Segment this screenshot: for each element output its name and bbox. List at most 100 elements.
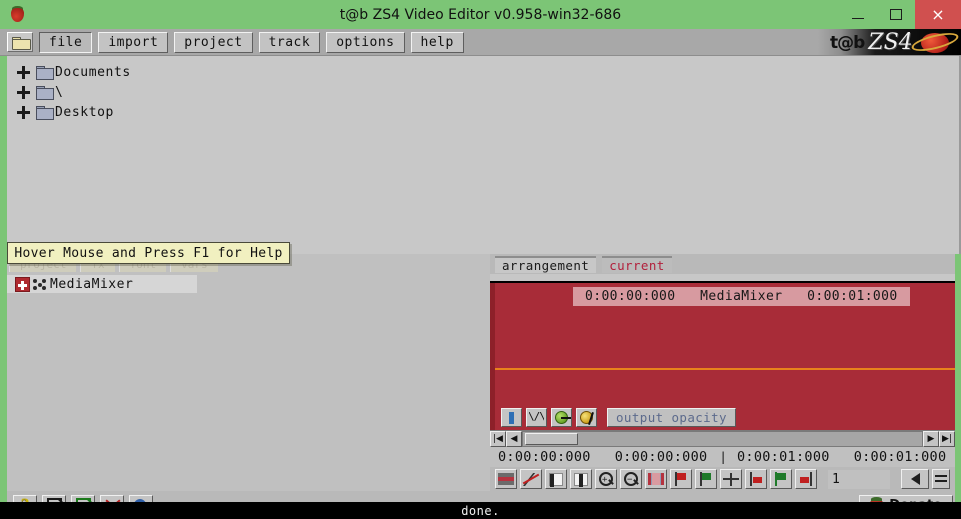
minus-sign: −	[627, 475, 633, 485]
tree-item-root[interactable]: \	[17, 82, 959, 102]
split-left-icon	[549, 472, 563, 487]
timecode-selection-end[interactable]: 0:00:01:000	[737, 449, 830, 465]
step-back-button[interactable]: ◀	[506, 431, 522, 447]
razor-cut-icon	[523, 473, 539, 486]
list-menu-icon	[935, 474, 947, 484]
window-controls: ×	[839, 0, 961, 29]
tree-item-documents[interactable]: Documents	[17, 62, 959, 82]
menu-item-options[interactable]: options	[326, 31, 405, 53]
scrollbar-thumb[interactable]	[525, 433, 578, 445]
tool-row-end-buttons	[901, 469, 955, 489]
app-strawberry-icon	[8, 5, 28, 25]
open-folder-button[interactable]	[7, 32, 33, 52]
expand-plus-icon[interactable]	[15, 276, 30, 292]
arrangement-ruler[interactable]	[490, 274, 955, 283]
zoom-in-button[interactable]: +	[595, 469, 617, 489]
arrow-left-icon	[910, 473, 920, 485]
tree-item-label: Documents	[55, 64, 131, 80]
skip-to-end-button[interactable]: ▶|	[939, 431, 955, 447]
skip-to-end-icon: ▶|	[942, 434, 952, 444]
folder-icon	[36, 66, 54, 80]
open-folder-icon	[11, 36, 31, 50]
step-forward-button[interactable]: ▶	[923, 431, 939, 447]
help-tooltip: Hover Mouse and Press F1 for Help	[7, 242, 290, 264]
track-tool-strip: output opacity	[501, 408, 736, 427]
center-playhead-icon	[723, 472, 739, 486]
waveform-icon	[529, 412, 544, 424]
mark-out-icon	[799, 472, 813, 486]
track-count-field[interactable]: 1	[828, 469, 890, 489]
zoom-out-button[interactable]: −	[620, 469, 642, 489]
center-playhead-button[interactable]	[720, 469, 742, 489]
green-flag-button[interactable]	[695, 469, 717, 489]
expand-plus-icon[interactable]	[17, 105, 30, 119]
maximize-button[interactable]	[877, 0, 915, 29]
razor-cut-button[interactable]	[520, 469, 542, 489]
scrollbar-track[interactable]	[522, 431, 923, 447]
file-tree-panel[interactable]: Documents \ Desktop	[0, 56, 961, 254]
previous-button[interactable]	[901, 469, 929, 489]
timeline-scrollbar[interactable]: |◀ ◀ ▶ ▶|	[490, 430, 955, 447]
status-message: done.	[461, 503, 500, 518]
plus-sign: +	[602, 475, 608, 485]
project-panel-tabs: project fx font vars Hover Mouse and Pre…	[7, 242, 490, 272]
split-right-button[interactable]	[570, 469, 592, 489]
timeline-clip[interactable]: 0:00:00:000 MediaMixer 0:00:01:000	[573, 287, 910, 306]
list-item-mediamixer[interactable]: MediaMixer	[7, 275, 197, 293]
menu-item-track[interactable]: track	[258, 31, 321, 53]
yellow-keyframe-icon	[580, 411, 593, 424]
expand-plus-icon[interactable]	[17, 85, 30, 99]
mark-in-icon	[749, 472, 763, 486]
timecode-playhead[interactable]: 0:00:00:000	[615, 449, 708, 465]
marker-green-icon	[774, 472, 788, 486]
split-left-button[interactable]	[545, 469, 567, 489]
green-keyframe-icon	[555, 411, 571, 424]
list-menu-button[interactable]	[932, 469, 950, 489]
step-back-icon: ◀	[510, 434, 518, 444]
project-panel: project fx font vars Hover Mouse and Pre…	[0, 242, 490, 491]
arrangement-tabs: arrangement current	[490, 254, 955, 274]
minimize-button[interactable]	[839, 0, 877, 29]
tree-item-desktop[interactable]: Desktop	[17, 102, 959, 122]
mediamixer-icon	[33, 278, 47, 291]
planet-strawberry-icon	[910, 29, 960, 55]
zs4-logo: t@b ZS4	[818, 29, 961, 55]
arrangement-panel: arrangement current 0:00:00:000 MediaMix…	[490, 254, 961, 491]
parameter-label[interactable]: output opacity	[607, 408, 736, 427]
skip-to-start-button[interactable]: |◀	[490, 431, 506, 447]
window-title: t@b ZS4 Video Editor v0.958-win32-686	[339, 6, 622, 23]
title-bar: t@b ZS4 Video Editor v0.958-win32-686 ×	[0, 0, 961, 29]
automation-curve[interactable]	[495, 368, 955, 371]
timecode-selection-start[interactable]: 0:00:00:000	[498, 449, 591, 465]
menu-item-file[interactable]: file	[39, 31, 93, 53]
red-flag-button[interactable]	[670, 469, 692, 489]
close-button[interactable]: ×	[915, 0, 961, 29]
mark-in-button[interactable]	[745, 469, 767, 489]
timeline-track-area[interactable]: 0:00:00:000 MediaMixer 0:00:01:000 outpu…	[490, 283, 955, 430]
step-forward-icon: ▶	[927, 434, 935, 444]
select-range-button[interactable]	[645, 469, 667, 489]
timeline-tool-row: + − 1	[490, 467, 955, 491]
color-bars-icon	[498, 473, 514, 485]
mark-out-button[interactable]	[795, 469, 817, 489]
menu-item-help[interactable]: help	[410, 31, 464, 53]
menu-item-project[interactable]: project	[174, 31, 253, 53]
timecode-row: 0:00:00:000 0:00:00:000 | 0:00:01:000 0:…	[490, 447, 955, 467]
folder-icon	[36, 106, 54, 120]
marker-green-button[interactable]	[770, 469, 792, 489]
yellow-keyframe-button[interactable]	[576, 408, 597, 427]
project-item-list[interactable]: MediaMixer	[7, 272, 490, 491]
color-bars-button[interactable]	[495, 469, 517, 489]
info-button[interactable]	[501, 408, 522, 427]
tab-current[interactable]: current	[602, 256, 672, 273]
main-split: project fx font vars Hover Mouse and Pre…	[0, 242, 961, 491]
split-right-icon	[574, 472, 588, 487]
expand-plus-icon[interactable]	[17, 65, 30, 79]
menu-item-import[interactable]: import	[98, 31, 169, 53]
green-flag-icon	[699, 472, 713, 486]
waveform-button[interactable]	[526, 408, 547, 427]
green-keyframe-button[interactable]	[551, 408, 572, 427]
timecode-duration[interactable]: 0:00:01:000	[854, 449, 947, 465]
timecode-separator: |	[719, 450, 727, 464]
tab-arrangement[interactable]: arrangement	[495, 256, 597, 273]
